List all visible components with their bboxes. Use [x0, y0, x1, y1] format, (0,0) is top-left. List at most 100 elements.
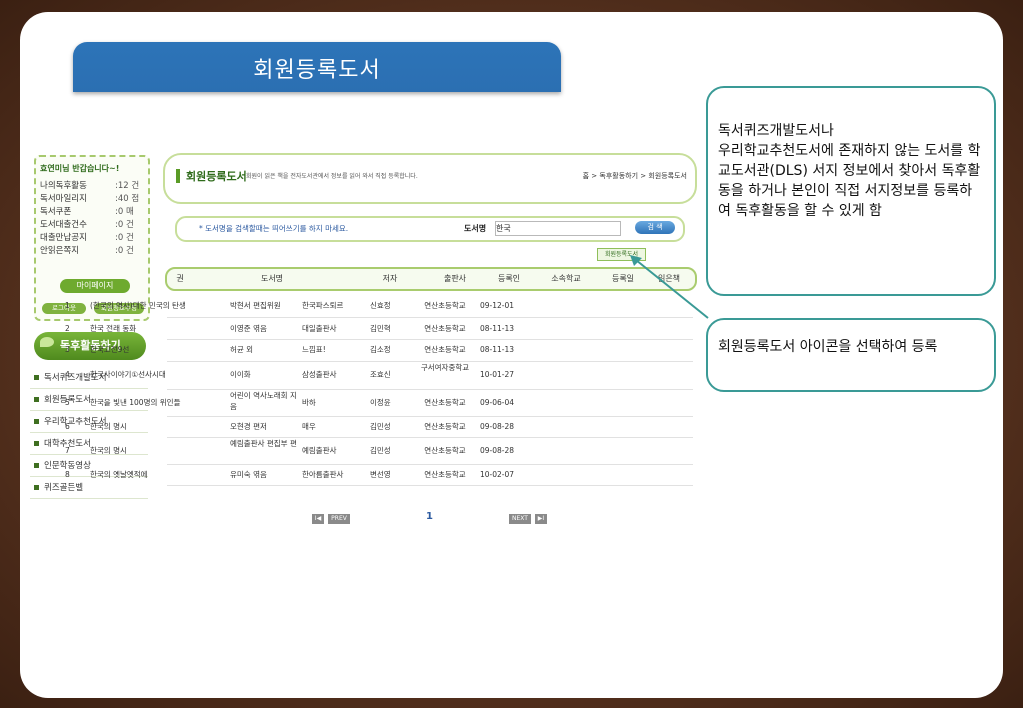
table-cell: 한국파스퇴르 — [302, 301, 344, 310]
stat-loans[interactable]: 도서대출건수:0 건 — [40, 218, 146, 230]
table-cell[interactable]: (한국의 역사)대한 민국의 탄생 — [90, 301, 230, 311]
instruction-callout: 회원등록도서 아이콘을 선택하여 등록 — [706, 318, 996, 392]
stat-activities[interactable]: 나의독후활동:12 건 — [40, 179, 146, 191]
table-cell: 2 — [65, 323, 70, 333]
col-header: 도서명 — [260, 274, 284, 283]
table-cell: 오현경 편저 — [230, 421, 267, 431]
table-cell: 매우 — [302, 421, 316, 431]
stat-mileage[interactable]: 독서마일리지 :40 점 — [40, 192, 146, 204]
table-cell: 이이화 — [230, 370, 251, 379]
table-cell: 5 — [65, 397, 70, 407]
table-cell: 유미숙 엮음 — [230, 469, 267, 479]
search-label: 도서명 — [464, 224, 487, 233]
stat-label: 안읽은쪽지 — [40, 246, 80, 256]
prev-page-button[interactable]: PREV — [328, 514, 350, 524]
page-description: 회원이 읽은 책을 전자도서관에서 정보를 읽어 와서 직접 등록합니다. — [246, 173, 418, 180]
table-cell: 예림출판사 — [302, 445, 337, 455]
leaf-icon — [40, 337, 54, 347]
menu-quiz-goldenbell[interactable]: 퀴즈골든벨 — [30, 478, 148, 499]
table-cell: 허균 외 — [230, 345, 254, 354]
instruction-text: 회원등록도서 아이콘을 선택하여 등록 — [718, 339, 938, 355]
next-page-button[interactable]: NEXT — [509, 514, 531, 524]
table-cell: 연산초등학교 — [424, 345, 466, 354]
table-cell: 대일출판사 — [302, 323, 337, 333]
table-cell: 08-11-13 — [480, 323, 515, 333]
slide: 회원등록도서 효연미님 반갑습니다~! 나의독후활동:12 건 독서마일리지 :4… — [20, 12, 1003, 698]
table-cell: 09-12-01 — [480, 301, 515, 310]
table-cell: 연산초등학교 — [424, 397, 466, 407]
table-cell: 어린이 역사노래회 지음 — [230, 391, 297, 411]
table-cell: 구서여자중학교 — [420, 363, 470, 372]
logout-button[interactable]: 로그아웃 — [42, 303, 86, 314]
table-cell: 연산초등학교 — [424, 421, 466, 431]
table-row[interactable]: 4 한국사이야기①선사시대 이이화 삼성출판사 조효신 구서여자중학교 10-01-27 — [65, 361, 693, 390]
mypage-button[interactable]: 마이페이지 — [60, 279, 130, 293]
stat-label: 대출만납공지 — [40, 233, 87, 243]
table-row[interactable]: 5 한국을 빛낸 100명의 위인들 어린이 역사노래회 지음 바하 이정윤 연산초등학교… — [65, 389, 693, 417]
bullet-icon — [34, 462, 39, 468]
current-page-number[interactable]: 1 — [426, 511, 433, 522]
bullet-icon — [34, 440, 39, 446]
search-input[interactable] — [495, 221, 621, 236]
col-header: 소속학교 — [551, 274, 581, 283]
table-row[interactable]: 7 한국의 명시 예림출판사 편집부 편 예림출판사 김민성 연산초등학교 09-08-28 — [65, 437, 693, 465]
table-row[interactable]: 1 (한국의 역사)대한 민국의 탄생 박현서 편집위원 한국파스퇴르 신효정 연산초등학… — [65, 295, 693, 318]
table-cell: 김민성 — [370, 445, 391, 455]
search-button[interactable]: 검 색 — [635, 221, 675, 234]
table-cell: 조효신 — [370, 370, 391, 379]
stat-label: 독서쿠폰 — [40, 207, 72, 217]
table-row[interactable]: 3 한국고전9선 허균 외 느낌표! 김소정 연산초등학교 08-11-13 — [65, 339, 693, 362]
table-cell: 8 — [65, 469, 70, 479]
table-row[interactable]: 8 한국의 옛날옛적에 유미숙 엮음 한아름출판사 변선영 연산초등학교 10-02-07 — [65, 464, 693, 486]
stat-unread-messages[interactable]: 안읽은쪽지:0 건 — [40, 244, 146, 256]
table-cell: 연산초등학교 — [424, 301, 466, 310]
table-cell[interactable]: 한국고전9선 — [90, 345, 230, 355]
stat-overdue[interactable]: 대출만납공지:0 건 — [40, 231, 146, 243]
description-callout: 독서퀴즈개발도서나 우리학교추천도서에 존재하지 않는 도서를 학교도서관(DL… — [706, 86, 996, 296]
table-cell[interactable]: 한국의 명시 — [90, 422, 230, 432]
table-cell: 6 — [65, 421, 70, 431]
stat-coupons[interactable]: 독서쿠폰 :0 매 — [40, 205, 146, 217]
bullet-icon — [34, 396, 39, 402]
table-row[interactable]: 6 한국의 명시 오현경 편저 매우 김민성 연산초등학교 09-08-28 — [65, 416, 693, 438]
slide-title-banner: 회원등록도서 — [73, 42, 561, 92]
table-cell: 4 — [65, 370, 70, 379]
search-input-value[interactable]: 한국 — [496, 223, 511, 234]
col-header: 등록인 — [497, 274, 521, 283]
table-cell: 바하 — [302, 397, 316, 407]
table-cell[interactable]: 한국의 명시 — [90, 446, 230, 456]
table-cell: 이정윤 — [370, 397, 391, 407]
stat-value: :12 건 — [115, 181, 140, 191]
breadcrumb[interactable]: 홈 > 독후활동하기 > 회원등록도서 — [583, 171, 687, 181]
table-cell: 박현서 편집위원 — [230, 301, 281, 310]
table-cell[interactable]: 한국사이야기①선사시대 — [90, 370, 230, 380]
member-status-box: 효연미님 반갑습니다~! 나의독후활동:12 건 독서마일리지 :40 점 독서쿠… — [34, 155, 150, 321]
search-bar: * 도서명을 검색할때는 띄어쓰기를 하지 마세요. 도서명 한국 검 색 — [175, 216, 685, 242]
stat-value: :0 매 — [115, 207, 134, 217]
last-page-button[interactable]: ▶I — [535, 514, 547, 524]
bullet-icon — [34, 374, 39, 380]
stat-label: 독서마일리지 — [40, 194, 87, 204]
col-header: 저자 — [382, 274, 398, 283]
first-page-button[interactable]: I◀ — [312, 514, 324, 524]
page-title: 회원등록도서 — [186, 170, 247, 183]
title-marker — [176, 169, 180, 183]
table-cell: 김소정 — [370, 345, 391, 354]
table-cell[interactable]: 한국을 빛낸 100명의 위인들 — [90, 398, 230, 408]
table-cell[interactable]: 한국 전래 동화 — [90, 324, 230, 334]
bullet-icon — [34, 418, 39, 424]
table-cell: 3 — [65, 345, 70, 354]
bullet-icon — [34, 484, 39, 490]
stat-value: :40 점 — [115, 194, 140, 204]
table-cell: 김민혁 — [370, 323, 391, 333]
table-cell: 1 — [65, 301, 70, 310]
pointer-arrow — [630, 255, 709, 319]
table-cell[interactable]: 한국의 옛날옛적에 — [90, 470, 230, 480]
stat-value: :0 건 — [115, 220, 134, 230]
table-row[interactable]: 2 한국 전래 동화 이영준 엮음 대일출판사 김민혁 연산초등학교 08-11-13 — [65, 318, 693, 340]
table-cell: 10-01-27 — [480, 370, 515, 379]
table-cell: 연산초등학교 — [424, 323, 466, 333]
search-note: * 도서명을 검색할때는 띄어쓰기를 하지 마세요. — [199, 224, 349, 233]
table-cell: 09-08-28 — [480, 421, 515, 431]
greeting-text: 효연미님 반갑습니다~! — [40, 164, 120, 173]
